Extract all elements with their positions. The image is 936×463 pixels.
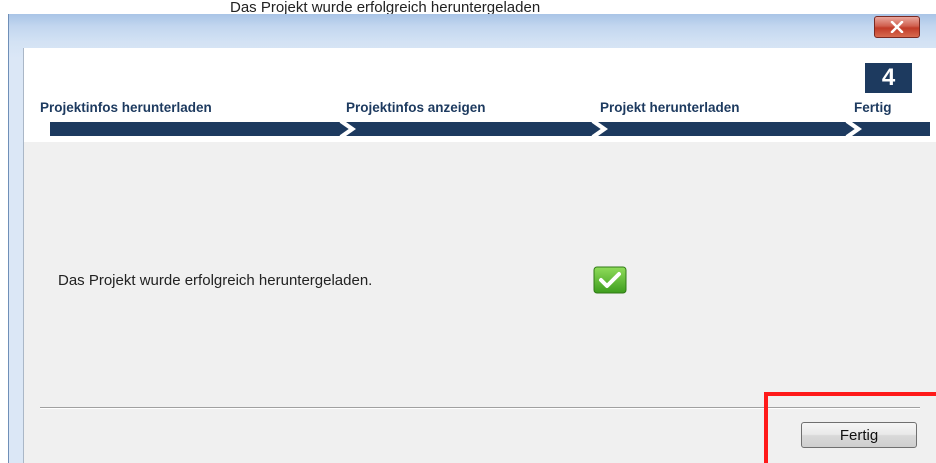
finish-button[interactable]: Fertig: [801, 422, 917, 448]
footer-separator: [40, 407, 920, 409]
step-label-finished: Fertig: [854, 100, 892, 115]
step-label-download-project: Projekt herunterladen: [600, 100, 740, 115]
close-button[interactable]: [874, 16, 920, 38]
current-step-badge: 4: [865, 63, 912, 93]
step-segment-1: [50, 122, 350, 136]
close-icon: [890, 21, 904, 33]
status-message: Das Projekt wurde erfolgreich herunterge…: [58, 272, 373, 289]
step-segment-4: [852, 122, 930, 136]
content-area: Das Projekt wurde erfolgreich herunterge…: [24, 142, 936, 463]
wizard-dialog: 4 Projektinfos herunterladen Projektinfo…: [23, 48, 936, 463]
step-label-download-info: Projektinfos herunterladen: [40, 100, 212, 115]
step-segment-2: [346, 122, 602, 136]
checkmark-success-icon: [593, 266, 627, 294]
step-label-show-info: Projektinfos anzeigen: [346, 100, 486, 115]
steps-progress-bar: [50, 122, 930, 136]
step-segment-3: [598, 122, 856, 136]
wizard-window: 4 Projektinfos herunterladen Projektinfo…: [8, 14, 936, 463]
